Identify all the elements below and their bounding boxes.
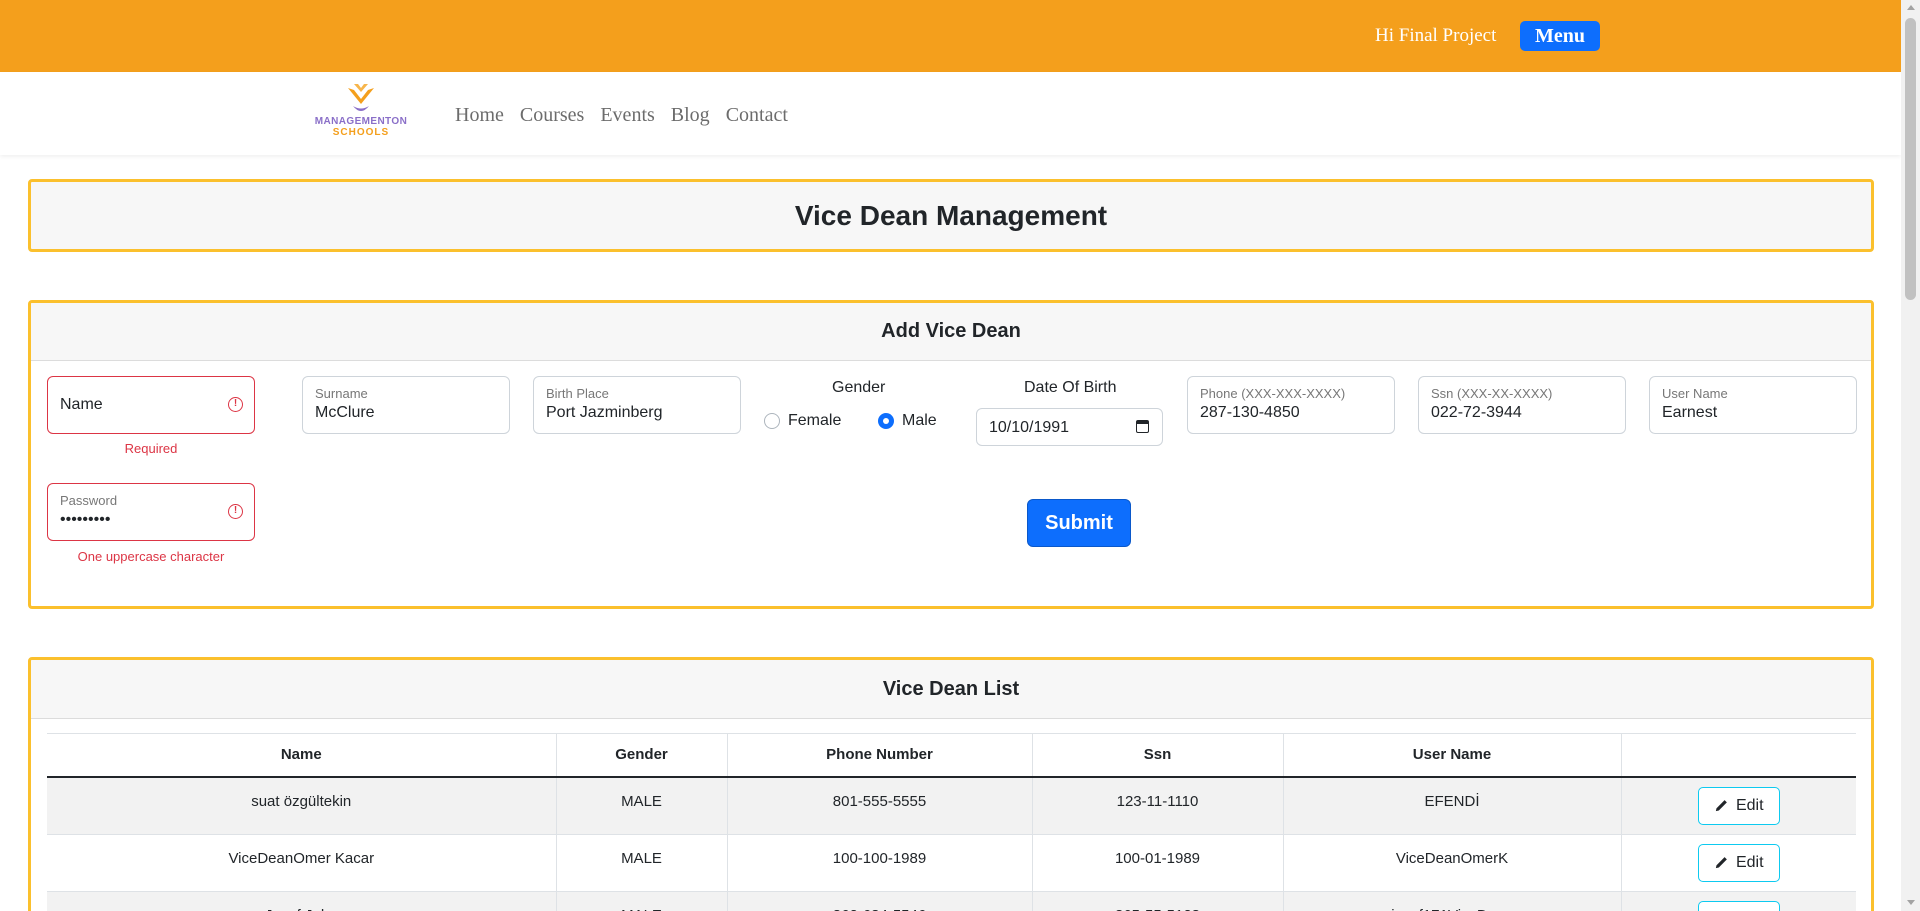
male-label[interactable]: Male xyxy=(902,412,937,430)
phone-label: Phone (XXX-XXX-XXXX) xyxy=(1200,386,1346,401)
add-vice-dean-card: Add Vice Dean xyxy=(28,300,1874,609)
vice-dean-list-title: Vice Dean List xyxy=(31,660,1871,719)
pencil-icon xyxy=(1715,799,1727,811)
school-logo[interactable]: MANAGEMENTON SCHOOLS xyxy=(308,82,414,140)
phone-value: 287-130-4850 xyxy=(1200,404,1300,421)
row-ssn: 100-01-1989 xyxy=(1032,834,1284,892)
calendar-icon[interactable] xyxy=(1136,420,1149,433)
scroll-up-arrow-icon[interactable] xyxy=(1907,5,1915,10)
edit-button-label: Edit xyxy=(1735,796,1764,814)
logo-text-line1: MANAGEMENTON xyxy=(314,116,408,127)
top-bar: Hi Final Project Menu xyxy=(0,0,1901,72)
dob-label: Date Of Birth xyxy=(1024,379,1117,396)
edit-button-label: Edit xyxy=(1735,853,1764,871)
row-username: EFENDİ xyxy=(1283,776,1622,835)
name-error-icon: ! xyxy=(228,397,243,412)
nav-contact-link[interactable]: Contact xyxy=(726,104,788,127)
birth-place-field[interactable]: Birth Place Port Jazminberg xyxy=(533,376,741,434)
page-scrollbar[interactable] xyxy=(1901,0,1920,911)
row-actions: Edit xyxy=(1621,834,1856,892)
password-value: ••••••••• xyxy=(60,511,111,528)
password-field[interactable]: Password ••••••••• ! xyxy=(47,483,255,541)
nav-links: Home Courses Events Blog Contact xyxy=(455,104,788,127)
nav-events-link[interactable]: Events xyxy=(600,104,654,127)
logo-text-line2: SCHOOLS xyxy=(332,127,390,138)
row-gender: MALE xyxy=(556,776,728,835)
birth-place-label: Birth Place xyxy=(546,386,609,401)
row-ssn: 365-55-5128 xyxy=(1032,891,1284,911)
nav-blog-link[interactable]: Blog xyxy=(671,104,710,127)
table-row: ViceDeanOmer Kacar MALE 100-100-1989 100… xyxy=(47,834,1856,892)
name-placeholder: Name xyxy=(60,396,103,413)
row-name: Josef John xyxy=(47,891,557,911)
table-row: Josef John MALE 362-684-5546 365-55-5128… xyxy=(47,891,1856,911)
user-greeting: Hi Final Project xyxy=(1375,25,1497,46)
ssn-value: 022-72-3944 xyxy=(1431,404,1522,421)
nav-courses-link[interactable]: Courses xyxy=(520,104,584,127)
row-gender: MALE xyxy=(556,834,728,892)
row-name: ViceDeanOmer Kacar xyxy=(47,834,557,892)
navbar xyxy=(0,72,1901,155)
row-phone: 100-100-1989 xyxy=(727,834,1033,892)
edit-button[interactable]: Edit xyxy=(1697,786,1780,825)
add-vice-dean-title: Add Vice Dean xyxy=(31,303,1871,361)
male-radio[interactable] xyxy=(878,413,894,429)
gender-label: Gender xyxy=(832,379,886,396)
nav-home-link[interactable]: Home xyxy=(455,104,504,127)
row-name: suat özgültekin xyxy=(47,776,557,835)
table-header-row: Name Gender Phone Number Ssn User Name xyxy=(47,733,1856,778)
dob-value: 10/10/1991 xyxy=(989,419,1070,436)
menu-button[interactable]: Menu xyxy=(1520,21,1600,51)
table-row: suat özgültekin MALE 801-555-5555 123-11… xyxy=(47,776,1856,835)
page-title-card: Vice Dean Management xyxy=(28,179,1874,252)
logo-emblem-icon xyxy=(348,84,374,111)
row-phone: 801-555-5555 xyxy=(727,776,1033,835)
username-value: Earnest xyxy=(1662,404,1718,421)
ssn-label: Ssn (XXX-XX-XXXX) xyxy=(1431,386,1553,401)
column-header-phone: Phone Number xyxy=(727,733,1033,778)
page-title: Vice Dean Management xyxy=(794,200,1108,231)
row-actions: Edit xyxy=(1621,776,1856,835)
ssn-field[interactable]: Ssn (XXX-XX-XXXX) 022-72-3944 xyxy=(1418,376,1626,434)
scrollbar-thumb[interactable] xyxy=(1905,18,1916,300)
submit-button[interactable]: Submit xyxy=(1027,499,1131,547)
password-label: Password xyxy=(60,493,118,508)
row-actions: Edit xyxy=(1621,891,1856,911)
column-header-gender: Gender xyxy=(556,733,728,778)
pencil-icon xyxy=(1715,856,1727,868)
birth-place-value: Port Jazminberg xyxy=(546,404,663,421)
name-field[interactable]: Name ! xyxy=(47,376,255,434)
dob-input[interactable]: 10/10/1991 xyxy=(976,408,1163,446)
column-header-name: Name xyxy=(47,733,557,778)
surname-value: McClure xyxy=(315,404,375,421)
column-header-actions xyxy=(1621,733,1856,778)
row-ssn: 123-11-1110 xyxy=(1032,776,1284,835)
surname-label: Surname xyxy=(315,386,368,401)
row-username: josef171ViceDean xyxy=(1283,891,1622,911)
username-field[interactable]: User Name Earnest xyxy=(1649,376,1857,434)
column-header-ssn: Ssn xyxy=(1032,733,1284,778)
vice-dean-table: Name Gender Phone Number Ssn User Name s… xyxy=(47,733,1856,911)
female-label[interactable]: Female xyxy=(788,412,841,430)
surname-field[interactable]: Surname McClure xyxy=(302,376,510,434)
password-error-icon: ! xyxy=(228,504,243,519)
row-username: ViceDeanOmerK xyxy=(1283,834,1622,892)
female-radio[interactable] xyxy=(764,413,780,429)
phone-field[interactable]: Phone (XXX-XXX-XXXX) 287-130-4850 xyxy=(1187,376,1395,434)
edit-button[interactable]: Edit xyxy=(1697,843,1780,882)
username-label: User Name xyxy=(1662,386,1728,401)
scroll-down-arrow-icon[interactable] xyxy=(1907,900,1915,905)
password-error-text: One uppercase character xyxy=(77,549,225,564)
row-phone: 362-684-5546 xyxy=(727,891,1033,911)
edit-button[interactable]: Edit xyxy=(1697,900,1780,911)
column-header-username: User Name xyxy=(1283,733,1622,778)
row-gender: MALE xyxy=(556,891,728,911)
name-error-text: Required xyxy=(124,441,178,456)
